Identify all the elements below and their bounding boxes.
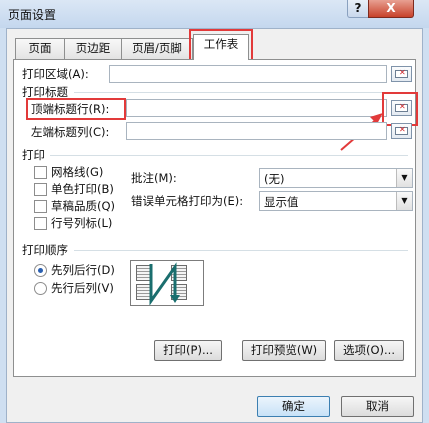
ok-button[interactable]: 确定 bbox=[257, 396, 330, 417]
row-col-headings-checkbox[interactable] bbox=[34, 217, 47, 230]
cell-errors-label: 错误单元格打印为(E): bbox=[131, 194, 244, 208]
left-cols-input[interactable] bbox=[126, 122, 387, 140]
cell-errors-select[interactable]: 显示值 ▼ bbox=[259, 191, 413, 211]
page-order-divider bbox=[74, 250, 408, 251]
comments-label: 批注(M): bbox=[131, 171, 177, 185]
cell-errors-value: 显示值 bbox=[264, 195, 299, 209]
print-titles-divider bbox=[74, 92, 408, 93]
dialog-body: 页面 页边距 页眉/页脚 工作表 打印区域(A): ✕ 打印标题 顶端标题行(R… bbox=[6, 28, 423, 423]
black-white-label: 单色打印(B) bbox=[51, 182, 114, 196]
page-order-preview bbox=[130, 260, 204, 306]
gridlines-label: 网格线(G) bbox=[51, 165, 104, 179]
print-area-collapse-button[interactable]: ✕ bbox=[391, 66, 412, 82]
tab-margins[interactable]: 页边距 bbox=[64, 38, 122, 59]
top-rows-input[interactable] bbox=[126, 99, 387, 117]
left-cols-label: 左端标题列(C): bbox=[31, 125, 110, 139]
print-section-label: 打印 bbox=[22, 148, 45, 162]
down-then-over-label: 先列后行(D) bbox=[51, 263, 115, 277]
cancel-button[interactable]: 取消 bbox=[341, 396, 414, 417]
gridlines-checkbox[interactable] bbox=[34, 166, 47, 179]
draft-quality-checkbox[interactable] bbox=[34, 200, 47, 213]
chevron-down-icon[interactable]: ▼ bbox=[396, 192, 412, 210]
comments-select[interactable]: (无) ▼ bbox=[259, 168, 413, 188]
print-area-label: 打印区域(A): bbox=[22, 67, 89, 81]
dialog-title: 页面设置 bbox=[8, 8, 57, 22]
tab-sheet[interactable]: 工作表 bbox=[193, 34, 249, 60]
options-button[interactable]: 选项(O)... bbox=[334, 340, 404, 361]
over-then-down-label: 先行后列(V) bbox=[51, 281, 114, 295]
page-order-arrow-icon bbox=[149, 262, 180, 305]
black-white-checkbox[interactable] bbox=[34, 183, 47, 196]
close-button[interactable]: X bbox=[368, 0, 414, 18]
row-col-headings-label: 行号列标(L) bbox=[51, 216, 113, 230]
tab-header-footer[interactable]: 页眉/页脚 bbox=[121, 38, 193, 59]
collapse-button-highlight bbox=[382, 92, 418, 126]
draft-quality-label: 草稿品质(Q) bbox=[51, 199, 116, 213]
tab-page[interactable]: 页面 bbox=[15, 38, 65, 59]
print-preview-button[interactable]: 打印预览(W) bbox=[242, 340, 326, 361]
title-bar: 页面设置 ? X bbox=[0, 0, 429, 28]
help-button[interactable]: ? bbox=[347, 0, 369, 18]
print-section-divider bbox=[50, 155, 408, 156]
top-rows-label: 顶端标题行(R): bbox=[31, 102, 110, 116]
page-order-label: 打印顺序 bbox=[22, 243, 68, 257]
sheet-panel: 打印区域(A): ✕ 打印标题 顶端标题行(R): ✕ 左端标题列(C): ✕ … bbox=[13, 59, 418, 377]
over-then-down-radio[interactable] bbox=[34, 282, 47, 295]
print-button[interactable]: 打印(P)... bbox=[154, 340, 222, 361]
print-area-input[interactable] bbox=[109, 65, 387, 83]
chevron-down-icon[interactable]: ▼ bbox=[396, 169, 412, 187]
left-cols-collapse-button[interactable]: ✕ bbox=[391, 123, 412, 139]
comments-value: (无) bbox=[264, 172, 285, 186]
down-then-over-radio[interactable] bbox=[34, 264, 47, 277]
